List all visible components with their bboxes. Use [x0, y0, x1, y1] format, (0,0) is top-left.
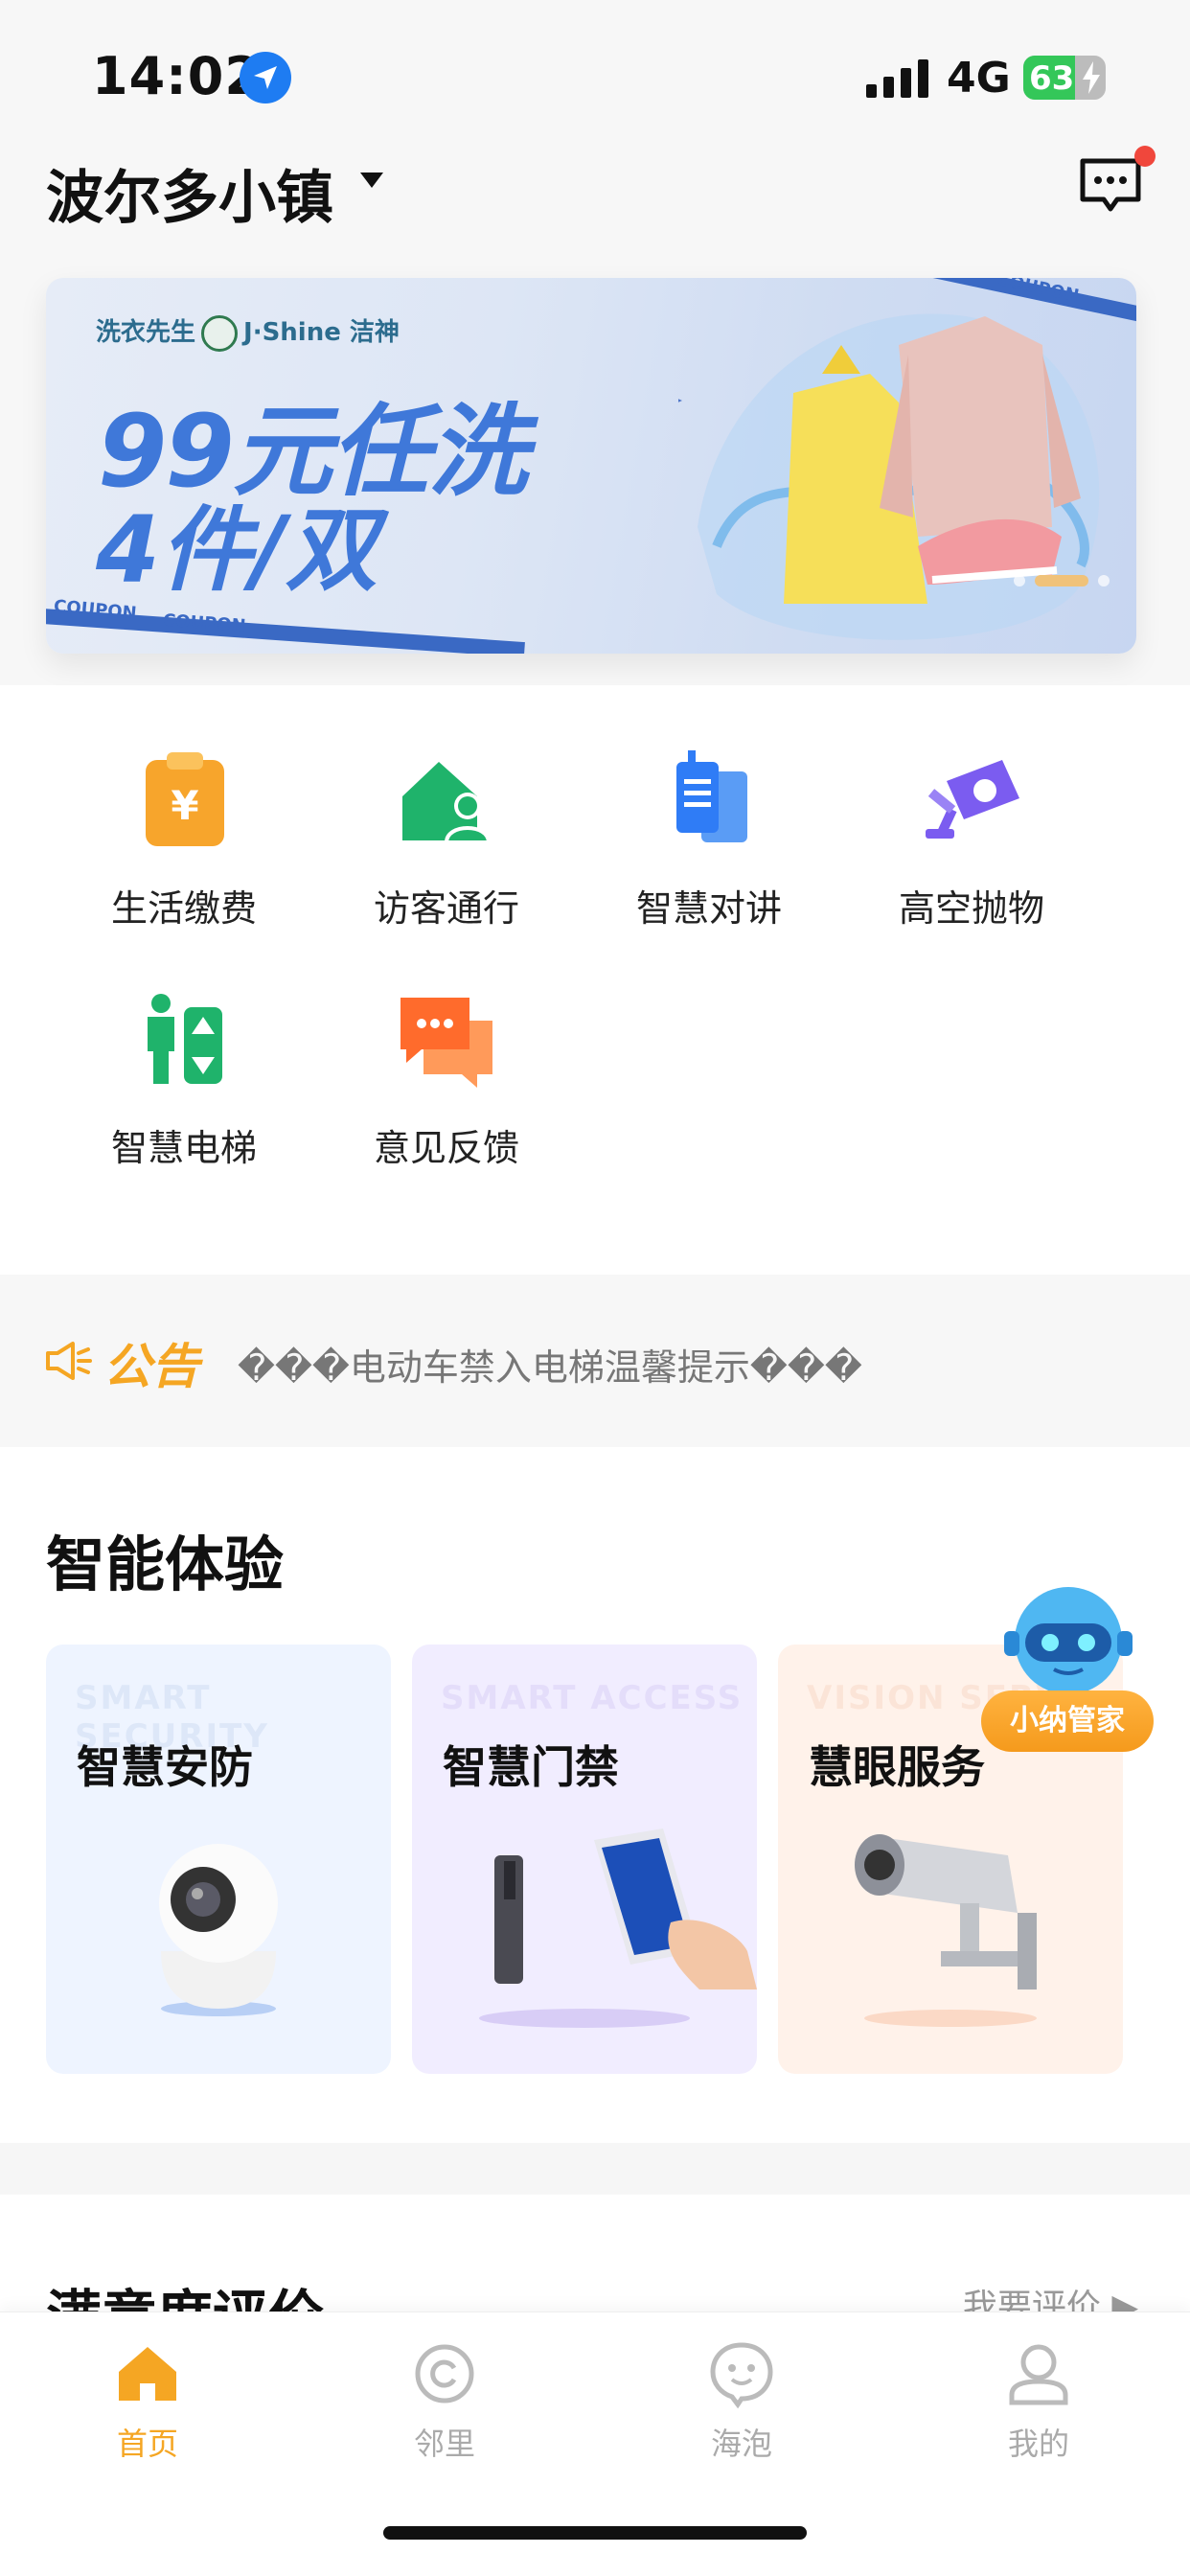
home-icon: [119, 2347, 176, 2401]
satisfaction-section: 满意度评价 我要评价 ▶: [0, 2195, 1190, 2349]
notice-bar[interactable]: 公告 ���电动车禁入电梯温馨提示���: [0, 1275, 1190, 1447]
elevator-icon: [126, 982, 241, 1097]
intercom-icon: [652, 743, 767, 858]
card-title: 智慧安防: [77, 1741, 253, 1793]
service-visitor[interactable]: 访客通行: [351, 743, 542, 932]
service-highfall[interactable]: 高空抛物: [876, 743, 1067, 932]
message-icon[interactable]: [1077, 151, 1144, 218]
tab-home[interactable]: 首页: [71, 2339, 224, 2464]
banner-pagination: [1014, 575, 1110, 586]
profile-icon: [1009, 2344, 1068, 2405]
card-title: 智慧门禁: [443, 1741, 619, 1793]
location-arrow-icon: [240, 52, 291, 104]
service-label: 智慧电梯: [110, 1127, 257, 1169]
neighbor-icon: [415, 2344, 474, 2404]
visitor-icon: [389, 743, 504, 858]
status-time: 14:02: [92, 46, 262, 106]
caret-down-icon[interactable]: [360, 172, 383, 190]
tab-label: 邻里: [413, 2426, 475, 2462]
banner-brand: 洗衣先生 J·Shine 洁神: [96, 312, 400, 352]
card-title: 慧眼服务: [809, 1741, 985, 1793]
speaker-icon: [46, 1342, 92, 1380]
tab-label: 我的: [1007, 2426, 1069, 2462]
camera-icon: [914, 743, 1029, 858]
access-control-icon: [479, 1828, 757, 2028]
notice-text[interactable]: ���电动车禁入电梯温馨提示���: [238, 1338, 862, 1391]
laundry-illustration-icon: [678, 313, 1100, 640]
payment-icon: ¥: [126, 743, 241, 858]
section-title: 智能体验: [46, 1530, 285, 1599]
robot-icon: [1004, 1587, 1133, 1694]
feedback-icon: [389, 982, 504, 1097]
community-selector[interactable]: 波尔多小镇: [46, 151, 333, 235]
tab-profile[interactable]: 我的: [962, 2339, 1115, 2464]
tab-neighbor[interactable]: 邻里: [368, 2339, 521, 2464]
security-camera-icon: [159, 1844, 278, 2016]
home-indicator: [383, 2526, 807, 2540]
service-grid: ¥ 生活缴费 访客通行 智慧对讲 高空抛物 智慧电梯 意见反馈: [0, 685, 1190, 1270]
assistant-robot[interactable]: 小纳管家: [977, 1581, 1159, 1773]
service-label: 意见反馈: [373, 1127, 519, 1169]
status-bar: 14:02 4G 63: [0, 0, 1190, 144]
service-label: 生活缴费: [110, 887, 257, 930]
card-smart-access[interactable]: SMART ACCESS 智慧门禁: [412, 1644, 757, 2074]
service-payment[interactable]: ¥ 生活缴费: [88, 743, 280, 932]
network-type: 4G: [947, 54, 1011, 103]
card-bg-text: SMART ACCESS: [441, 1679, 744, 1717]
cctv-camera-icon: [855, 1834, 1037, 2027]
banner-subheadline: 4件/双: [96, 496, 378, 604]
unread-dot: [1134, 146, 1156, 167]
chat-icon: [710, 2342, 773, 2409]
service-feedback[interactable]: 意见反馈: [351, 982, 542, 1171]
tab-chat[interactable]: 海泡: [665, 2339, 818, 2464]
assistant-label: 小纳管家: [981, 1690, 1154, 1752]
battery-percent: 63: [1029, 59, 1075, 98]
signal-icon: [866, 59, 928, 98]
svg-text:¥: ¥: [171, 782, 198, 829]
brand-logo-icon: [201, 314, 239, 352]
service-label: 高空抛物: [898, 887, 1044, 930]
battery-icon: 63: [1023, 56, 1106, 100]
notice-tag: 公告: [103, 1339, 199, 1394]
app-header: 波尔多小镇: [0, 144, 1190, 264]
card-smart-security[interactable]: SMART SECURITY 智慧安防: [46, 1644, 391, 2074]
service-label: 智慧对讲: [635, 887, 782, 930]
tab-label: 海泡: [710, 2426, 772, 2462]
promo-banner[interactable]: 洗衣先生 J·Shine 洁神 99元任洗 4件/双 COUPON COUPON …: [46, 278, 1136, 654]
service-elevator[interactable]: 智慧电梯: [88, 982, 280, 1171]
service-intercom[interactable]: 智慧对讲: [613, 743, 805, 932]
tab-label: 首页: [116, 2426, 178, 2462]
service-label: 访客通行: [373, 887, 519, 930]
